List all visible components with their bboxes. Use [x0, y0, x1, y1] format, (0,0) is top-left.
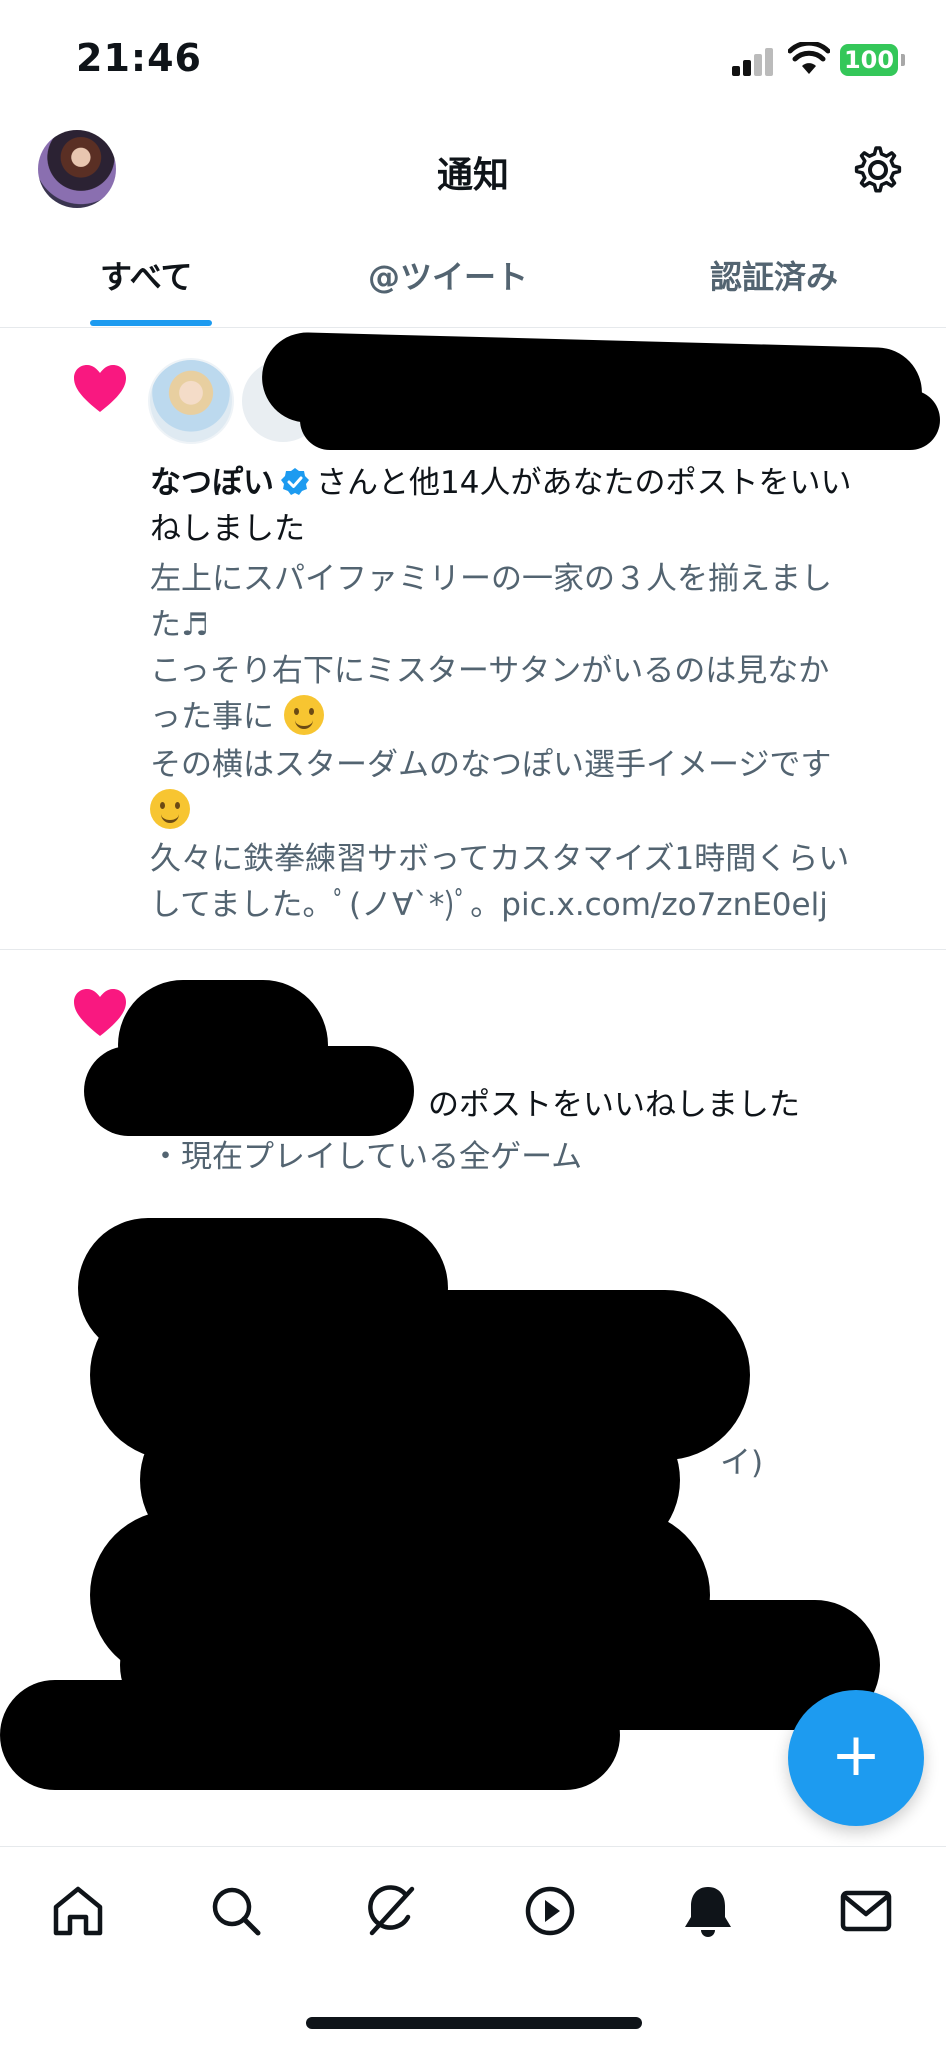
post-text-line[interactable]: してました。ﾟ(ノ∀`*)ﾟ。pic.x.com/zo7znE0elj: [150, 882, 828, 928]
compose-button[interactable]: +: [788, 1690, 924, 1826]
post-text-line: た♬: [150, 607, 209, 643]
tab-bar: すべて @ツイート 認証済み: [0, 238, 946, 328]
tab-all[interactable]: すべて: [100, 252, 192, 298]
home-icon[interactable]: [48, 1881, 108, 1941]
smiling-face-emoji-icon: [150, 789, 190, 829]
video-icon[interactable]: [520, 1881, 580, 1941]
post-text-line: った事に: [150, 694, 324, 740]
home-indicator: [306, 2017, 642, 2029]
tab-active-indicator: [90, 320, 212, 326]
post-text-line: その横はスターダムのなつぽい選手イメージです: [150, 747, 832, 783]
grok-icon[interactable]: [362, 1881, 422, 1941]
notification-item[interactable]: なつぽい さんと他14人があなたのポストをいい ねしました 左上にスパイファミリー…: [0, 330, 946, 950]
notification-action-text: のポストをいいねしました: [428, 1087, 800, 1123]
post-text-line: 左上にスパイファミリーの一家の３人を揃えまし: [150, 561, 832, 597]
action-text-continued: ねしました: [150, 511, 305, 547]
verified-badge-icon: [281, 468, 309, 495]
liker-avatar[interactable]: [148, 358, 234, 444]
tab-verified[interactable]: 認証済み: [710, 252, 838, 298]
bell-icon[interactable]: [678, 1881, 738, 1941]
user-name[interactable]: なつぽい: [150, 465, 274, 501]
post-text-fragment: った事に: [150, 699, 274, 735]
action-text: さんと他14人があなたのポストをいい: [316, 465, 852, 501]
post-text-line: ・現在プレイしている全ゲーム: [150, 1139, 583, 1175]
post-text-line: [150, 788, 190, 834]
bottom-navigation: [0, 1846, 946, 2048]
battery-indicator: 100: [840, 44, 905, 76]
redaction-scribble: [300, 390, 940, 450]
header: 通知: [0, 120, 946, 220]
page-title: 通知: [436, 155, 509, 196]
status-time: 21:46: [76, 36, 202, 80]
redaction-scribble: [84, 1046, 414, 1136]
post-text-line: 久々に鉄拳練習サボってカスタマイズ1時間くらい: [150, 841, 850, 877]
post-text-fragment: イ): [720, 1445, 764, 1481]
status-bar: 21:46 100: [0, 0, 946, 120]
notification-action-text: なつぽい さんと他14人があなたのポストをいい: [150, 460, 851, 506]
shushing-face-emoji-icon: [283, 695, 324, 735]
redaction-scribble: [0, 1680, 620, 1790]
post-text-line: こっそり右下にミスターサタンがいるのは見なか: [150, 653, 830, 689]
cellular-signal-icon: [732, 46, 776, 76]
tab-mentions[interactable]: @ツイート: [368, 252, 528, 298]
notification-item[interactable]: のポストをいいねしました ・現在プレイしている全ゲーム イ): [0, 950, 946, 1790]
heart-icon: [74, 365, 126, 412]
gear-icon[interactable]: [852, 144, 904, 196]
search-icon[interactable]: [206, 1881, 266, 1941]
wifi-icon: [788, 42, 830, 74]
mail-icon[interactable]: [836, 1881, 896, 1941]
